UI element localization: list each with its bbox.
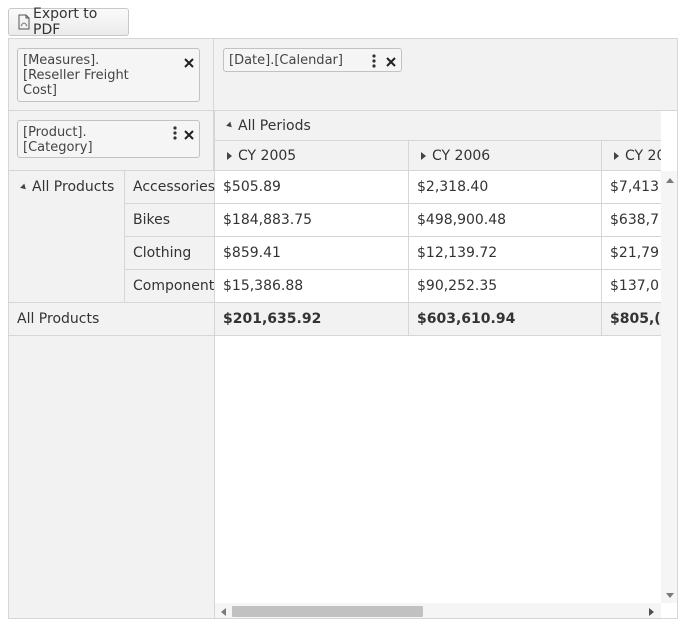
data-cell[interactable]: $21,79 [602,237,661,270]
close-icon[interactable] [184,57,194,68]
scroll-down-icon[interactable] [666,593,674,598]
row-field-chip[interactable]: [Product]. [Category] [17,120,200,158]
column-header-cy2005[interactable]: CY 2005 [214,141,408,170]
grand-total-cell[interactable]: $201,635.92 [215,303,409,336]
scrollbar-thumb[interactable] [232,606,423,617]
horizontal-scrollbar[interactable] [215,603,661,618]
scroll-up-icon[interactable] [666,178,674,183]
row-fields-zone: [Product]. [Category] [9,111,214,171]
data-cell[interactable]: $184,883.75 [215,204,409,237]
export-to-pdf-button[interactable]: Export to PDF [8,6,129,38]
grand-total-row-header: All Products [9,303,215,336]
column-field-label: [Date].[Calendar] [229,53,343,68]
vertical-scrollbar[interactable] [661,171,677,603]
scroll-right-icon[interactable] [649,608,654,616]
data-cell[interactable]: $859.41 [215,237,409,270]
collapse-icon[interactable] [20,183,28,192]
pdf-file-icon [17,14,31,30]
data-cell[interactable]: $90,252.35 [409,270,602,303]
row-headers: All Products Accessories Bikes Clothing … [9,171,215,618]
more-options-icon[interactable] [372,54,376,68]
grand-total-cell[interactable]: $805,( [602,303,661,336]
all-periods-label: All Periods [238,117,311,134]
column-headers: CY 2005 CY 2006 CY 20 [214,141,661,171]
data-fields-zone: [Measures]. [Reseller Freight Cost] [9,39,214,111]
row-header-components[interactable]: Component [125,270,215,303]
row-field-label: [Product]. [Category] [23,125,93,155]
more-options-icon[interactable] [173,126,177,140]
column-field-chip[interactable]: [Date].[Calendar] [223,48,402,72]
export-label: Export to PDF [33,6,98,38]
column-header-cy2006[interactable]: CY 2006 [408,141,601,170]
data-cell[interactable]: $12,139.72 [409,237,602,270]
close-icon[interactable] [386,56,396,67]
data-cells: $505.89 $2,318.40 $7,413 $184,883.75 $49… [215,171,661,603]
data-cell[interactable]: $638,7 [602,204,661,237]
column-header-label: CY 2005 [238,148,297,164]
column-fields-zone: [Date].[Calendar] [214,39,677,111]
column-header-label: CY 2006 [432,148,491,164]
data-cell[interactable]: $137,0 [602,270,661,303]
close-icon[interactable] [184,129,194,140]
row-header-clothing[interactable]: Clothing [125,237,215,270]
expand-icon[interactable] [614,152,619,160]
row-header-accessories[interactable]: Accessories [125,171,215,204]
row-header-bikes[interactable]: Bikes [125,204,215,237]
column-header-cy2007[interactable]: CY 20 [601,141,661,170]
data-cell[interactable]: $15,386.88 [215,270,409,303]
data-cell[interactable]: $498,900.48 [409,204,602,237]
all-products-label: All Products [32,179,115,195]
collapse-icon[interactable] [226,121,234,130]
all-periods-header[interactable]: All Periods [214,111,661,141]
column-header-label: CY 20 [625,148,661,164]
data-cell[interactable]: $2,318.40 [409,171,602,204]
pivot-grid: [Measures]. [Reseller Freight Cost] [Dat… [8,38,678,619]
grand-total-cell[interactable]: $603,610.94 [409,303,602,336]
scroll-left-icon[interactable] [221,608,226,616]
measure-field-label: [Measures]. [Reseller Freight Cost] [23,53,129,98]
expand-icon[interactable] [421,152,426,160]
all-products-row-group[interactable]: All Products [9,171,125,303]
expand-icon[interactable] [227,152,232,160]
data-cell[interactable]: $7,413 [602,171,661,204]
measure-field-chip[interactable]: [Measures]. [Reseller Freight Cost] [17,48,200,102]
data-cell[interactable]: $505.89 [215,171,409,204]
